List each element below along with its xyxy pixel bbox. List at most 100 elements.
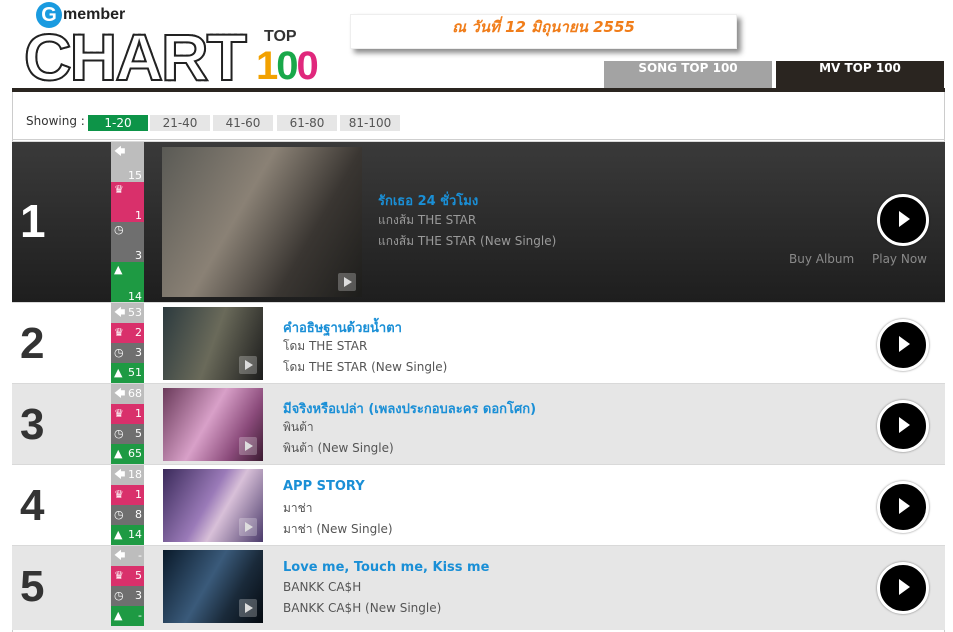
weeks-on-chart: ◷ 3 <box>111 222 144 262</box>
play-button[interactable] <box>877 481 929 533</box>
rank-movement: ▲ 65 <box>111 444 144 464</box>
rank-movement: ▲ 14 <box>111 525 144 545</box>
play-icon <box>239 518 257 536</box>
peak-rank: ♛ 1 <box>111 485 144 505</box>
clock-icon: ◷ <box>114 589 124 602</box>
page-link-61-80[interactable]: 61-80 <box>277 115 337 131</box>
arrow-left-icon: 🡄 <box>114 468 126 481</box>
buy-album-link[interactable]: Buy Album <box>789 252 854 266</box>
tab-song-top-100[interactable]: SONG TOP 100 <box>604 61 772 88</box>
album-name: BANKK CA$H (New Single) <box>283 601 442 615</box>
artist-name: มาช่า <box>283 501 313 515</box>
chart-date-box: ณ วันที่ 12 มิถุนายน 2555 <box>350 14 737 49</box>
weeks-on-chart: ◷ 5 <box>111 424 144 444</box>
video-thumbnail[interactable] <box>163 307 263 380</box>
clock-icon: ◷ <box>114 427 124 440</box>
weeks-on-chart: ◷ 3 <box>111 343 144 363</box>
crown-icon: ♛ <box>114 183 124 196</box>
video-thumbnail[interactable] <box>163 469 263 542</box>
rank-stats: 🡄 68 ♛ 1 ◷ 5 ▲ 65 <box>111 384 144 464</box>
song-title[interactable]: APP STORY <box>283 479 365 494</box>
hundred-wordmark: 100 <box>256 44 319 88</box>
rank-number: 3 <box>20 400 45 449</box>
rank-number: 4 <box>20 481 45 530</box>
song-title[interactable]: Love me, Touch me, Kiss me <box>283 560 489 575</box>
arrow-left-icon: 🡄 <box>114 145 126 158</box>
crown-icon: ♛ <box>114 407 124 420</box>
arrow-left-icon: 🡄 <box>114 306 126 319</box>
weeks-on-chart: ◷ 8 <box>111 505 144 525</box>
album-name: มาช่า (New Single) <box>283 522 393 536</box>
video-thumbnail[interactable] <box>162 147 362 297</box>
rank-number: 2 <box>20 319 45 368</box>
play-icon <box>239 356 257 374</box>
pagination-divider <box>12 139 945 140</box>
play-button[interactable] <box>877 562 929 614</box>
rank-number: 1 <box>20 195 46 247</box>
play-button[interactable] <box>877 400 929 452</box>
tab-mv-top-100[interactable]: MV TOP 100 <box>776 61 944 88</box>
peak-rank: ♛ 1 <box>111 404 144 424</box>
chart-row-2: 2 🡄 53 ♛ 2 ◷ 3 ▲ 51 คำอธิษฐานด้วยน้ำตา โดม T… <box>12 302 945 383</box>
peak-rank: ♛ 5 <box>111 566 144 586</box>
arrow-up-icon: ▲ <box>114 528 123 541</box>
clock-icon: ◷ <box>114 346 124 359</box>
play-icon <box>338 273 356 291</box>
artist-name: โดม THE STAR <box>283 339 368 353</box>
arrow-left-icon: 🡄 <box>114 549 126 562</box>
song-title[interactable]: รักเธอ 24 ชั่วโมง <box>378 190 478 211</box>
rank-number: 5 <box>20 562 45 611</box>
crown-icon: ♛ <box>114 569 124 582</box>
arrow-up-icon: ▲ <box>114 447 123 460</box>
rank-stats: 🡄 - ♛ 5 ◷ 3 ▲ - <box>111 546 144 630</box>
arrow-left-icon: 🡄 <box>114 387 126 400</box>
peak-rank: ♛ 1 <box>111 182 144 222</box>
album-name: พินต้า (New Single) <box>283 441 394 455</box>
artist-name: แกงส้ม THE STAR <box>378 213 477 227</box>
chart-row-5: 5 🡄 - ♛ 5 ◷ 3 ▲ - Love me, Touch me, Kiss me… <box>12 545 945 630</box>
play-now-link[interactable]: Play Now <box>872 252 927 266</box>
song-title[interactable]: มีจริงหรือเปล่า (เพลงประกอบละคร ดอกโศก) <box>283 398 536 419</box>
chart-row-3: 3 🡄 68 ♛ 1 ◷ 5 ▲ 65 มีจริงหรือเปล่า (เพลงประ… <box>12 383 945 464</box>
page-link-81-100[interactable]: 81-100 <box>340 115 400 131</box>
previous-rank: 🡄 18 <box>111 465 144 485</box>
chart-date: ณ วันที่ 12 มิถุนายน 2555 <box>452 18 635 36</box>
rank-stats: 🡄 53 ♛ 2 ◷ 3 ▲ 51 <box>111 303 144 383</box>
video-thumbnail[interactable] <box>163 388 263 461</box>
album-name: แกงส้ม THE STAR (New Single) <box>378 234 557 248</box>
showing-label: Showing : <box>26 114 85 128</box>
page-link-1-20[interactable]: 1-20 <box>88 115 148 131</box>
chart-row-4: 4 🡄 18 ♛ 1 ◷ 8 ▲ 14 APP STORY มาช่า มาช่า (N… <box>12 464 945 545</box>
crown-icon: ♛ <box>114 488 124 501</box>
previous-rank: 🡄 53 <box>111 303 144 323</box>
page-link-41-60[interactable]: 41-60 <box>213 115 273 131</box>
play-icon <box>239 599 257 617</box>
arrow-up-icon: ▲ <box>114 263 123 276</box>
artist-name: พินต้า <box>283 420 314 434</box>
crown-icon: ♛ <box>114 326 124 339</box>
peak-rank: ♛ 2 <box>111 323 144 343</box>
play-button[interactable] <box>877 319 929 371</box>
rank-movement: ▲ - <box>111 606 144 626</box>
rank-movement: ▲ 51 <box>111 363 144 383</box>
rank-stats: 🡄 15 ♛ 1 ◷ 3 ▲ 14 <box>111 142 144 303</box>
arrow-up-icon: ▲ <box>114 609 123 622</box>
album-name: โดม THE STAR (New Single) <box>283 360 448 374</box>
song-title[interactable]: คำอธิษฐานด้วยน้ำตา <box>283 317 402 338</box>
chart-row-1: 1 🡄 15 ♛ 1 ◷ 3 ▲ 14 รักเธอ 24 ชั่วโมง แกงส้ม… <box>12 141 945 303</box>
play-button[interactable] <box>877 194 929 246</box>
video-thumbnail[interactable] <box>163 550 263 623</box>
rank-stats: 🡄 18 ♛ 1 ◷ 8 ▲ 14 <box>111 465 144 545</box>
clock-icon: ◷ <box>114 508 124 521</box>
rank-movement: ▲ 14 <box>111 262 144 303</box>
weeks-on-chart: ◷ 3 <box>111 586 144 606</box>
artist-name: BANKK CA$H <box>283 580 362 594</box>
chart-wordmark: CHART <box>23 20 248 94</box>
page-link-21-40[interactable]: 21-40 <box>150 115 210 131</box>
play-icon <box>239 437 257 455</box>
gmember-chart-logo[interactable]: Gmember CHART TOP 100 <box>23 0 324 94</box>
previous-rank: 🡄 68 <box>111 384 144 404</box>
previous-rank: 🡄 15 <box>111 142 144 182</box>
arrow-up-icon: ▲ <box>114 366 123 379</box>
previous-rank: 🡄 - <box>111 546 144 566</box>
